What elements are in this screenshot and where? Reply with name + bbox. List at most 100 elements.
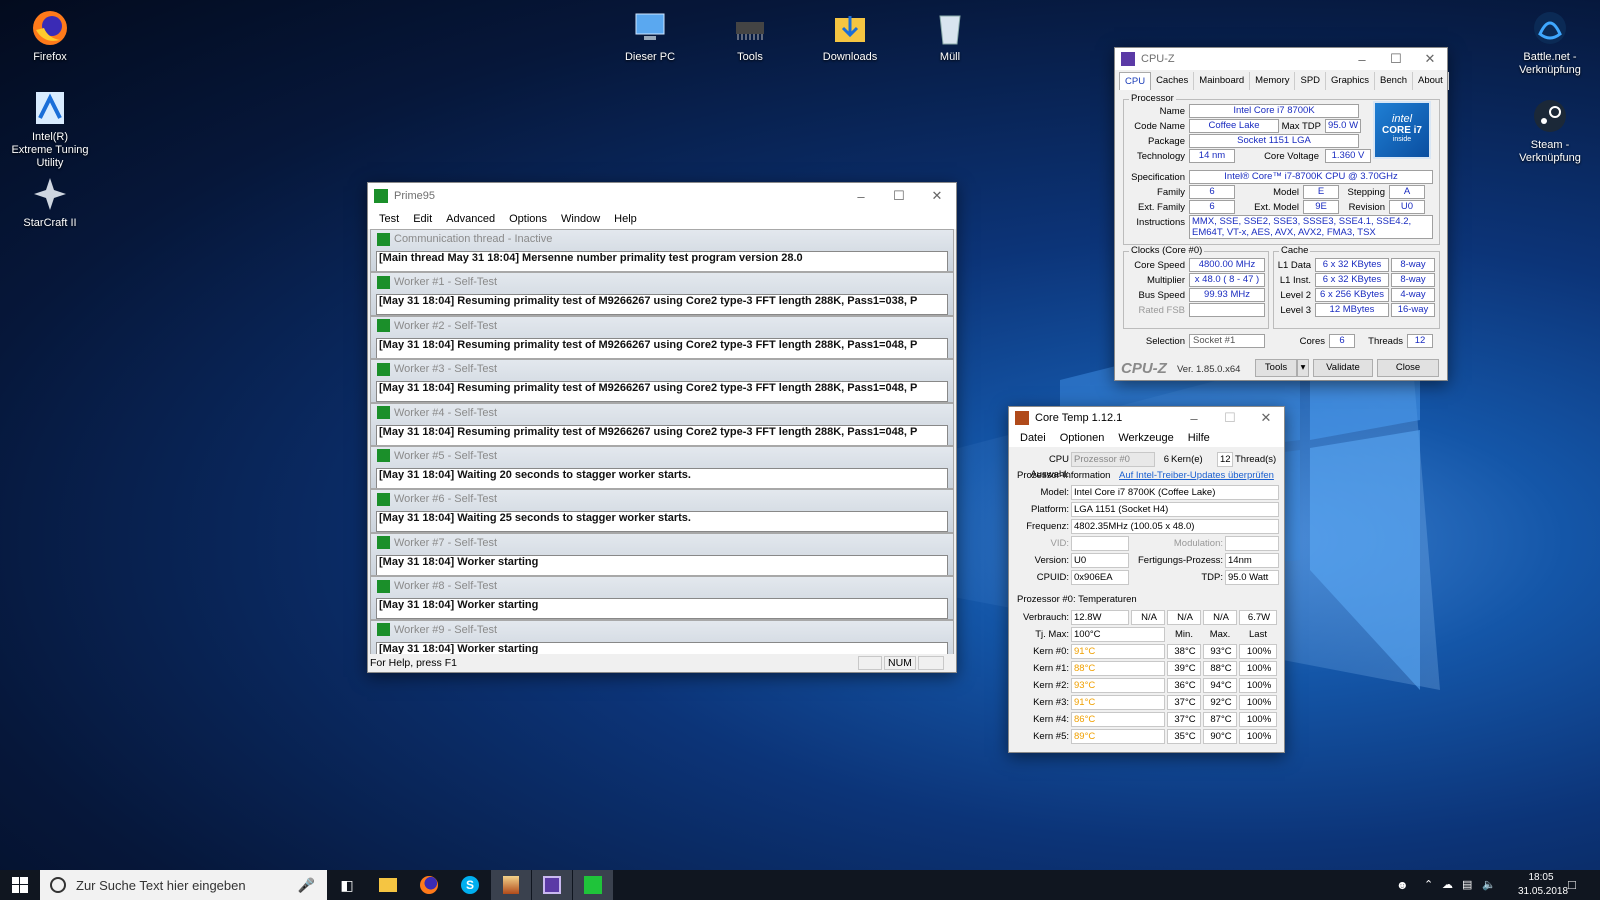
ratedfsb-value (1189, 303, 1265, 317)
taskbar-cpuz[interactable] (532, 870, 572, 900)
tjmax-label: Tj. Max: (1035, 629, 1069, 640)
folder-icon (379, 878, 397, 892)
desktop-icon-firefox[interactable]: Firefox (10, 8, 90, 64)
version-value: U0 (1071, 553, 1129, 568)
multiplier-label: Multiplier (1146, 275, 1185, 286)
people-icon[interactable]: ☻ (1396, 878, 1409, 892)
worker-window[interactable]: Worker #1 - Self-Test [May 31 18:04] Resu… (370, 272, 954, 316)
col-load: Last (1249, 629, 1267, 640)
taskbar-prime95[interactable] (573, 870, 613, 900)
network-icon[interactable]: ▤ (1462, 878, 1472, 891)
xtu-icon (36, 92, 64, 124)
worker-window[interactable]: Worker #5 - Self-Test [May 31 18:04] Wait… (370, 445, 954, 490)
desktop-icon-dieser-pc[interactable]: Dieser PC (610, 8, 690, 64)
coretemp-window[interactable]: Core Temp 1.12.1 – ☐ ✕ Datei Optionen We… (1008, 406, 1285, 753)
close-button[interactable]: Close (1377, 359, 1439, 377)
tools-dropdown-button[interactable]: ▾ (1297, 359, 1309, 377)
worker-icon (377, 536, 390, 550)
worker-window[interactable]: Worker #6 - Self-Test [May 31 18:04] Wait… (370, 489, 954, 533)
search-box[interactable]: Zur Suche Text hier eingeben 🎤 (40, 870, 327, 900)
clock-date[interactable]: 31.05.2018 (1518, 886, 1568, 897)
task-view-button[interactable]: ◧ (327, 870, 367, 900)
start-button[interactable] (0, 870, 40, 900)
prime95-window[interactable]: Prime95 – ☐ ✕ Test Edit Advanced Options… (367, 182, 957, 673)
taskbar-coretemp[interactable] (491, 870, 531, 900)
corespeed-value: 4800.00 MHz (1189, 258, 1265, 272)
prime95-titlebar[interactable]: Prime95 – ☐ ✕ (368, 183, 956, 209)
desktop-icon-tools[interactable]: Tools (710, 8, 790, 64)
menu-help[interactable]: Help (607, 213, 644, 225)
cpuz-window[interactable]: CPU-Z – ☐ ✕ CPU Caches Mainboard Memory … (1114, 47, 1449, 381)
desktop-icon-steam[interactable]: Steam - Verknüpfung (1510, 96, 1590, 165)
process-value: 14nm (1225, 553, 1279, 568)
frequency-value: 4802.35MHz (100.05 x 48.0) (1071, 519, 1279, 534)
desktop-icon-label: Battle.net - Verknüpfung (1519, 51, 1581, 76)
name-label: Name (1159, 106, 1185, 117)
l1i-label: L1 Inst. (1279, 275, 1311, 286)
desktop-icon-label: Tools (737, 51, 763, 63)
family-value: 6 (1189, 185, 1235, 199)
cores-value: 6 (1329, 334, 1355, 348)
chevron-up-icon[interactable]: ⌃ (1424, 878, 1433, 891)
l1i-way: 8-way (1391, 273, 1435, 287)
worker-title: Worker #7 - Self-Test (394, 536, 498, 549)
status-text: For Help, press F1 (370, 657, 457, 669)
worker-icon (377, 579, 390, 593)
desktop-icon-battlenet[interactable]: Battle.net - Verknüpfung (1510, 8, 1590, 77)
menu-options[interactable]: Options (502, 213, 554, 225)
taskbar-firefox[interactable] (409, 870, 449, 900)
desktop-icon-recycle-bin[interactable]: Müll (910, 8, 990, 64)
worker-log: [May 31 18:04] Waiting 20 seconds to sta… (376, 467, 948, 489)
core-load: 100% (1239, 695, 1277, 710)
minimize-button[interactable]: – (842, 183, 880, 209)
worker-log: [Main thread May 31 18:04] Mersenne numb… (376, 251, 948, 272)
volume-icon[interactable]: 🔈 (1482, 878, 1496, 891)
clock-time[interactable]: 18:05 (1518, 872, 1564, 883)
driver-update-link[interactable]: Auf Intel-Treiber-Updates überprüfen (1119, 468, 1274, 483)
cores-label: Kern(e) (1171, 454, 1203, 465)
action-center-icon[interactable]: □ (1568, 877, 1576, 892)
worker-title: Worker #3 - Self-Test (394, 363, 498, 376)
menu-edit[interactable]: Edit (406, 213, 439, 225)
worker-window[interactable]: Worker #3 - Self-Test [May 31 18:04] Resu… (370, 359, 954, 403)
selection-dropdown[interactable]: Socket #1 (1189, 334, 1265, 348)
desktop-icon-downloads[interactable]: Downloads (810, 8, 890, 64)
worker-window[interactable]: Worker #2 - Self-Test [May 31 18:04] Resu… (370, 315, 954, 360)
threads-label: Thread(s) (1235, 454, 1277, 465)
worker-title: Worker #4 - Self-Test (394, 406, 498, 419)
taskbar-explorer[interactable] (368, 870, 408, 900)
menu-window[interactable]: Window (554, 213, 607, 225)
desktop-icon-xtu[interactable]: Intel(R) Extreme Tuning Utility (10, 88, 90, 170)
maximize-button[interactable]: ☐ (880, 183, 918, 209)
status-field (918, 656, 944, 670)
cpu-select-dropdown[interactable]: Prozessor #0 (1071, 452, 1155, 467)
menu-advanced[interactable]: Advanced (439, 213, 502, 225)
worker-window[interactable]: Worker #7 - Self-Test [May 31 18:04] Work… (370, 532, 954, 577)
power-value: 12.8W (1071, 610, 1129, 625)
core-load: 100% (1239, 678, 1277, 693)
worker-window[interactable]: Communication thread - Inactive [Main thr… (370, 229, 954, 273)
menu-test[interactable]: Test (372, 213, 406, 225)
platform-label: Platform: (1030, 504, 1069, 515)
taskbar-skype[interactable]: S (450, 870, 490, 900)
close-button[interactable]: ✕ (918, 183, 956, 209)
core-max: 87°C (1203, 712, 1237, 727)
threads-label: Threads (1368, 336, 1403, 347)
core-label: Kern #2: (1033, 680, 1069, 691)
worker-window[interactable]: Worker #4 - Self-Test [May 31 18:04] Resu… (370, 402, 954, 446)
core-temp: 91°C (1071, 695, 1165, 710)
onedrive-icon[interactable]: ☁ (1442, 878, 1453, 891)
status-num: NUM (884, 656, 916, 670)
worker-window[interactable]: Worker #8 - Self-Test [May 31 18:04] Work… (370, 576, 954, 620)
ratedfsb-label: Rated FSB (1138, 305, 1185, 316)
validate-button[interactable]: Validate (1313, 359, 1373, 377)
worker-title: Worker #9 - Self-Test (394, 623, 498, 636)
codename-value: Coffee Lake (1189, 119, 1279, 133)
desktop-icon-starcraft[interactable]: StarCraft II (10, 174, 90, 230)
microphone-icon[interactable]: 🎤 (298, 877, 315, 894)
cpuz-logo: CPU-Z (1121, 360, 1167, 377)
desktop-icon-label: Intel(R) Extreme Tuning Utility (11, 131, 89, 169)
core-label: Kern #3: (1033, 697, 1069, 708)
tjmax-value: 100°C (1071, 627, 1165, 642)
tools-button[interactable]: Tools (1255, 359, 1297, 377)
